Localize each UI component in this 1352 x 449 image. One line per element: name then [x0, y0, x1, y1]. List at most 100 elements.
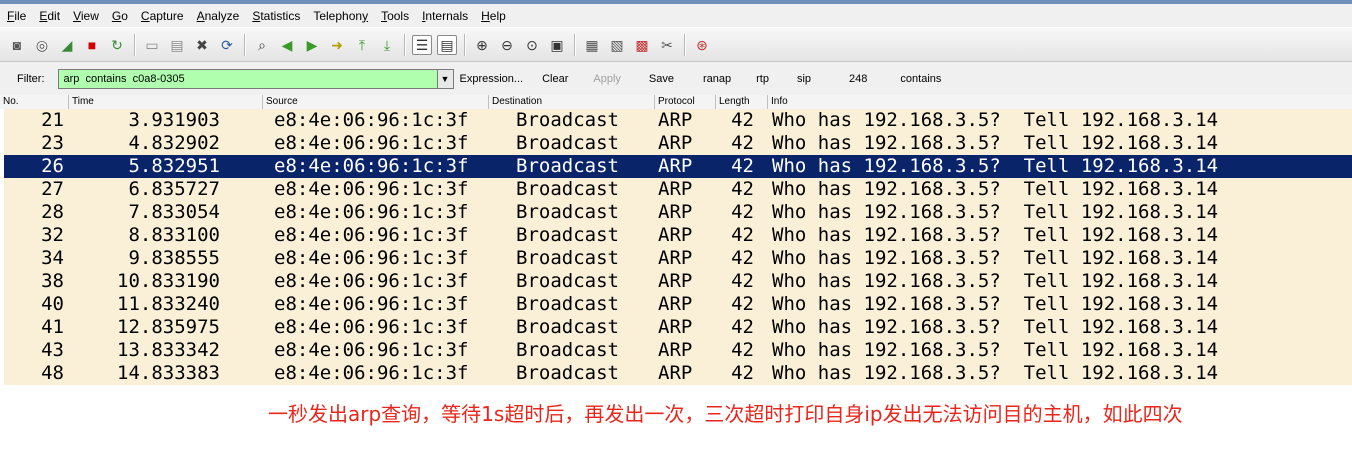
column-header-protocol[interactable]: Protocol [654, 95, 715, 109]
restart-capture-icon[interactable]: ↻ [107, 35, 127, 55]
column-header-time[interactable]: Time [68, 95, 262, 109]
packet-protocol: ARP [658, 155, 693, 177]
table-row[interactable]: 40 11.833240 e8:4e:06:96:1c:3f Broadcast ARP… [4, 293, 1352, 316]
packet-destination: Broadcast [516, 178, 619, 200]
zoom-out-icon[interactable]: ⊖ [497, 35, 517, 55]
filter-link-contains[interactable]: contains [900, 73, 941, 85]
capture-filters-icon[interactable]: ▦ [582, 35, 602, 55]
packet-info: Who has 192.168.3.5? Tell 192.168.3.14 [772, 201, 1219, 223]
annotation-text: 一秒发出arp查询，等待1s超时后，再发出一次，三次超时打印自身ip发出无法访问… [268, 402, 1183, 426]
packet-protocol: ARP [658, 224, 693, 246]
toolbar-separator [464, 33, 466, 56]
packet-length: 42 [731, 201, 754, 223]
go-forward-icon[interactable]: ▶ [302, 35, 322, 55]
packet-info: Who has 192.168.3.5? Tell 192.168.3.14 [772, 316, 1219, 338]
colorize-icon[interactable]: ☰ [412, 34, 432, 55]
go-last-icon[interactable]: ⤓ [377, 35, 397, 55]
table-row[interactable]: 26 5.832951 e8:4e:06:96:1c:3f Broadcast ARP 4… [4, 155, 1352, 178]
go-back-icon[interactable]: ◀ [277, 35, 297, 55]
menu-internals[interactable]: Internals [422, 9, 468, 23]
menu-go[interactable]: Go [112, 9, 128, 23]
table-row[interactable]: 27 6.835727 e8:4e:06:96:1c:3f Broadcast ARP 4… [4, 178, 1352, 201]
packet-protocol: ARP [658, 362, 693, 384]
column-header-source[interactable]: Source [262, 95, 488, 109]
packet-length: 42 [731, 155, 754, 177]
filter-link-ranap[interactable]: ranap [703, 73, 731, 85]
filter-link-sip[interactable]: sip [797, 73, 811, 85]
packet-destination: Broadcast [516, 247, 619, 269]
table-row[interactable]: 41 12.835975 e8:4e:06:96:1c:3f Broadcast ARP… [4, 316, 1352, 339]
packet-time: 11.833240 [117, 293, 220, 315]
zoom-normal-icon[interactable]: ⊙ [522, 35, 542, 55]
packet-length: 42 [731, 109, 754, 131]
packet-time: 5.832951 [128, 155, 220, 177]
preferences-icon[interactable]: ✂ [657, 35, 677, 55]
packet-info: Who has 192.168.3.5? Tell 192.168.3.14 [772, 362, 1219, 384]
resize-columns-icon[interactable]: ▣ [547, 35, 567, 55]
menu-telephony[interactable]: Telephony [313, 9, 368, 23]
table-row[interactable]: 28 7.833054 e8:4e:06:96:1c:3f Broadcast ARP 4… [4, 201, 1352, 224]
filter-link-clear[interactable]: Clear [542, 73, 568, 85]
table-row[interactable]: 43 13.833342 e8:4e:06:96:1c:3f Broadcast ARP… [4, 339, 1352, 362]
column-header-length[interactable]: Length [715, 95, 767, 109]
menu-capture[interactable]: Capture [141, 9, 184, 23]
packet-source: e8:4e:06:96:1c:3f [274, 201, 469, 223]
close-file-icon[interactable]: ✖ [192, 35, 212, 55]
table-row[interactable]: 32 8.833100 e8:4e:06:96:1c:3f Broadcast ARP 4… [4, 224, 1352, 247]
packet-protocol: ARP [658, 247, 693, 269]
reload-icon[interactable]: ⟳ [217, 35, 237, 55]
packet-no: 41 [41, 316, 64, 338]
table-row[interactable]: 21 3.931903 e8:4e:06:96:1c:3f Broadcast ARP 4… [4, 109, 1352, 132]
packet-destination: Broadcast [516, 270, 619, 292]
save-file-icon[interactable]: ▤ [167, 35, 187, 55]
menu-view[interactable]: View [73, 9, 99, 23]
open-file-icon[interactable]: ▭ [142, 35, 162, 55]
display-filter-input[interactable] [57, 68, 438, 89]
table-row[interactable]: 48 14.833383 e8:4e:06:96:1c:3f Broadcast ARP… [4, 362, 1352, 385]
packet-no: 26 [41, 155, 64, 177]
table-row[interactable]: 23 4.832902 e8:4e:06:96:1c:3f Broadcast ARP 4… [4, 132, 1352, 155]
display-filters-icon[interactable]: ▧ [607, 35, 627, 55]
go-to-packet-icon[interactable]: ➜ [327, 35, 347, 55]
filter-link-expression[interactable]: Expression... [460, 73, 524, 85]
menu-help[interactable]: Help [481, 9, 506, 23]
stop-capture-icon[interactable]: ■ [82, 35, 102, 55]
packet-time: 8.833100 [128, 224, 220, 246]
options-icon[interactable]: ◎ [32, 35, 52, 55]
start-capture-icon[interactable]: ◢ [57, 35, 77, 55]
filter-link-save[interactable]: Save [649, 73, 674, 85]
table-row[interactable]: 34 9.838555 e8:4e:06:96:1c:3f Broadcast ARP 4… [4, 247, 1352, 270]
filter-link-apply[interactable]: Apply [593, 73, 621, 85]
filter-link-rtp[interactable]: rtp [756, 73, 769, 85]
filter-link-248[interactable]: 248 [849, 73, 867, 85]
filter-history-dropdown[interactable]: ▼ [437, 68, 454, 89]
packet-length: 42 [731, 293, 754, 315]
packet-no: 38 [41, 270, 64, 292]
help-icon[interactable]: ⊛ [692, 35, 712, 55]
menu-statistics[interactable]: Statistics [252, 9, 300, 23]
packet-time: 13.833342 [117, 339, 220, 361]
packet-destination: Broadcast [516, 109, 619, 131]
menu-analyze[interactable]: Analyze [197, 9, 240, 23]
packet-no: 32 [41, 224, 64, 246]
find-icon[interactable]: ⌕ [252, 35, 272, 55]
zoom-in-icon[interactable]: ⊕ [472, 35, 492, 55]
column-header-destination[interactable]: Destination [488, 95, 654, 109]
main-toolbar: ◙ ◎ ◢ ■ ↻ ▭ ▤ ✖ ⟳ ⌕ ◀ ▶ ➜ ⤒ ⤓ ☰ ▤ ⊕ ⊖ ⊙ ▣ ▦ ▧ ▩ ✂ ⊛ [0, 27, 1352, 62]
auto-scroll-icon[interactable]: ▤ [437, 34, 457, 55]
menu-edit[interactable]: Edit [39, 9, 60, 23]
go-first-icon[interactable]: ⤒ [352, 35, 372, 55]
packet-length: 42 [731, 224, 754, 246]
coloring-rules-icon[interactable]: ▩ [632, 35, 652, 55]
packet-protocol: ARP [658, 178, 693, 200]
interfaces-icon[interactable]: ◙ [7, 35, 27, 55]
menu-tools[interactable]: Tools [381, 9, 409, 23]
menu-file[interactable]: File [7, 9, 26, 23]
column-header-info[interactable]: Info [767, 95, 1352, 109]
table-row[interactable]: 38 10.833190 e8:4e:06:96:1c:3f Broadcast ARP… [4, 270, 1352, 293]
column-header-no[interactable]: No. [0, 95, 68, 109]
packet-info: Who has 192.168.3.5? Tell 192.168.3.14 [772, 155, 1219, 177]
packet-length: 42 [731, 339, 754, 361]
packet-destination: Broadcast [516, 316, 619, 338]
packet-no: 27 [41, 178, 64, 200]
